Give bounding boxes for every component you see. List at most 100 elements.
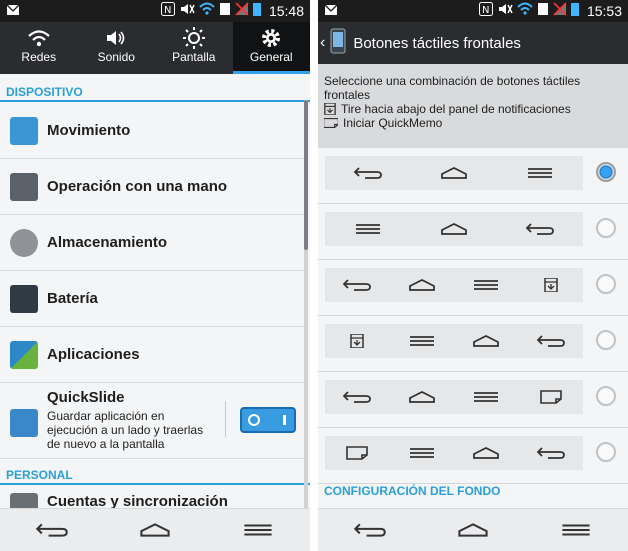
combination-preview <box>325 324 583 358</box>
mail-notification-icon <box>324 3 338 22</box>
home-button-icon[interactable] <box>138 522 172 538</box>
button-combination-option[interactable] <box>318 204 628 260</box>
scrollbar-thumb[interactable] <box>304 100 308 250</box>
radio-button[interactable] <box>596 274 616 294</box>
section-header-personal: PERSONAL <box>0 461 310 485</box>
quickslide-description: Guardar aplicación en ejecución a un lad… <box>47 409 219 451</box>
radio-button[interactable] <box>596 162 616 182</box>
quick-settings-tabs: Redes Sonido Pantalla General <box>0 22 310 74</box>
list-item-label: Operación con una mano <box>47 178 228 195</box>
navigation-bar <box>0 508 310 551</box>
tab-label: General <box>249 50 293 64</box>
back-key-icon <box>342 390 372 404</box>
radio-button[interactable] <box>596 330 616 350</box>
combination-preview <box>325 380 583 414</box>
tab-redes[interactable]: Redes <box>0 22 78 74</box>
home-key-icon <box>471 446 501 460</box>
right-screen: N 15:53 ‹ Botones táctiles frontales Sel… <box>318 0 628 551</box>
svg-text:N: N <box>164 5 171 16</box>
menu-key-icon <box>525 166 555 180</box>
quickmemo-legend: Iniciar QuickMemo <box>324 116 622 130</box>
quickslide-toggle[interactable] <box>240 407 296 433</box>
toggle-on-mark <box>283 415 286 425</box>
radio-button[interactable] <box>596 442 616 462</box>
list-item-almacenamiento[interactable]: Almacenamiento <box>0 215 304 271</box>
back-button-icon[interactable] <box>35 522 69 538</box>
left-screen: N 15:48 Redes Sonido Pantalla General DI… <box>0 0 310 551</box>
list-item-quickslide[interactable]: QuickSlide Guardar aplicación en ejecuci… <box>0 383 304 459</box>
combination-preview <box>325 156 583 190</box>
menu-key-icon <box>407 334 437 348</box>
title-bar[interactable]: ‹ Botones táctiles frontales <box>318 22 628 64</box>
nfc-icon: N <box>478 2 493 19</box>
home-button-icon[interactable] <box>456 522 490 538</box>
status-bar: N 15:48 <box>0 0 310 22</box>
notification-panel-legend: Tire hacia abajo del panel de notificaci… <box>324 102 622 116</box>
status-time: 15:48 <box>268 2 304 19</box>
volume-icon <box>78 26 156 50</box>
section-header-fondo: CONFIGURACIÓN DEL FONDO <box>324 484 501 498</box>
page-title: Botones táctiles frontales <box>353 34 521 52</box>
nfc-icon: N <box>160 2 175 19</box>
quickslide-icon <box>10 409 38 437</box>
quickmemo-icon <box>324 117 338 129</box>
home-key-icon <box>439 222 469 236</box>
svg-text:N: N <box>482 5 489 16</box>
tab-general[interactable]: General <box>232 22 310 74</box>
tab-sonido[interactable]: Sonido <box>78 22 156 74</box>
menu-key-icon <box>471 278 501 292</box>
list-item-aplicaciones[interactable]: Aplicaciones <box>0 327 304 383</box>
menu-button-icon[interactable] <box>241 522 275 538</box>
home-key-icon <box>439 166 469 180</box>
back-key-icon <box>342 278 372 292</box>
menu-key-icon <box>353 222 383 236</box>
storage-icon <box>10 228 38 257</box>
list-item-label: Aplicaciones <box>47 346 140 363</box>
notif-key-icon <box>536 278 566 292</box>
list-item-label: Batería <box>47 290 98 307</box>
wifi-signal-icon <box>199 2 215 19</box>
quickslide-text: QuickSlide Guardar aplicación en ejecuci… <box>47 389 219 451</box>
wifi-icon <box>0 26 78 50</box>
notification-panel-icon <box>324 103 336 115</box>
back-button-icon[interactable] <box>353 522 387 538</box>
combination-preview <box>325 212 583 246</box>
button-combination-option[interactable] <box>318 148 628 204</box>
button-combination-option[interactable] <box>318 316 628 372</box>
back-key-icon <box>353 166 383 180</box>
list-item-movimiento[interactable]: Movimiento <box>0 103 304 159</box>
wifi-signal-icon <box>517 2 533 19</box>
battery-icon <box>10 284 38 313</box>
instructions-text: Seleccione una combinación de botones tá… <box>324 74 581 88</box>
button-combination-option[interactable] <box>318 260 628 316</box>
tab-label: Redes <box>21 50 57 64</box>
description-line: Guardar aplicación en <box>47 409 165 423</box>
one-hand-icon <box>10 172 38 201</box>
list-item-operacion-una-mano[interactable]: Operación con una mano <box>0 159 304 215</box>
notif-key-icon <box>342 334 372 348</box>
radio-button[interactable] <box>596 218 616 238</box>
tab-label: Sonido <box>97 50 135 64</box>
apps-icon <box>10 340 38 369</box>
back-key-icon <box>536 334 566 348</box>
combination-preview <box>325 436 583 470</box>
tab-pantalla[interactable]: Pantalla <box>155 22 233 74</box>
back-key-icon <box>525 222 555 236</box>
menu-key-icon <box>471 390 501 404</box>
button-combination-option[interactable] <box>318 372 628 428</box>
menu-button-icon[interactable] <box>559 522 593 538</box>
button-combination-option[interactable] <box>318 428 628 484</box>
back-chevron-icon[interactable]: ‹ <box>320 34 325 52</box>
radio-button[interactable] <box>596 386 616 406</box>
motion-icon <box>10 116 38 145</box>
toggle-knob <box>248 414 260 426</box>
instructions-text: frontales <box>324 88 371 102</box>
mail-notification-icon <box>6 3 20 22</box>
menu-key-icon <box>407 446 437 460</box>
legend-text: Iniciar QuickMemo <box>343 116 443 130</box>
section-header-dispositivo: DISPOSITIVO <box>0 78 310 102</box>
battery-status-icon <box>252 2 261 19</box>
list-item-bateria[interactable]: Batería <box>0 271 304 327</box>
vibrate-icon <box>179 2 195 19</box>
home-key-icon <box>407 390 437 404</box>
